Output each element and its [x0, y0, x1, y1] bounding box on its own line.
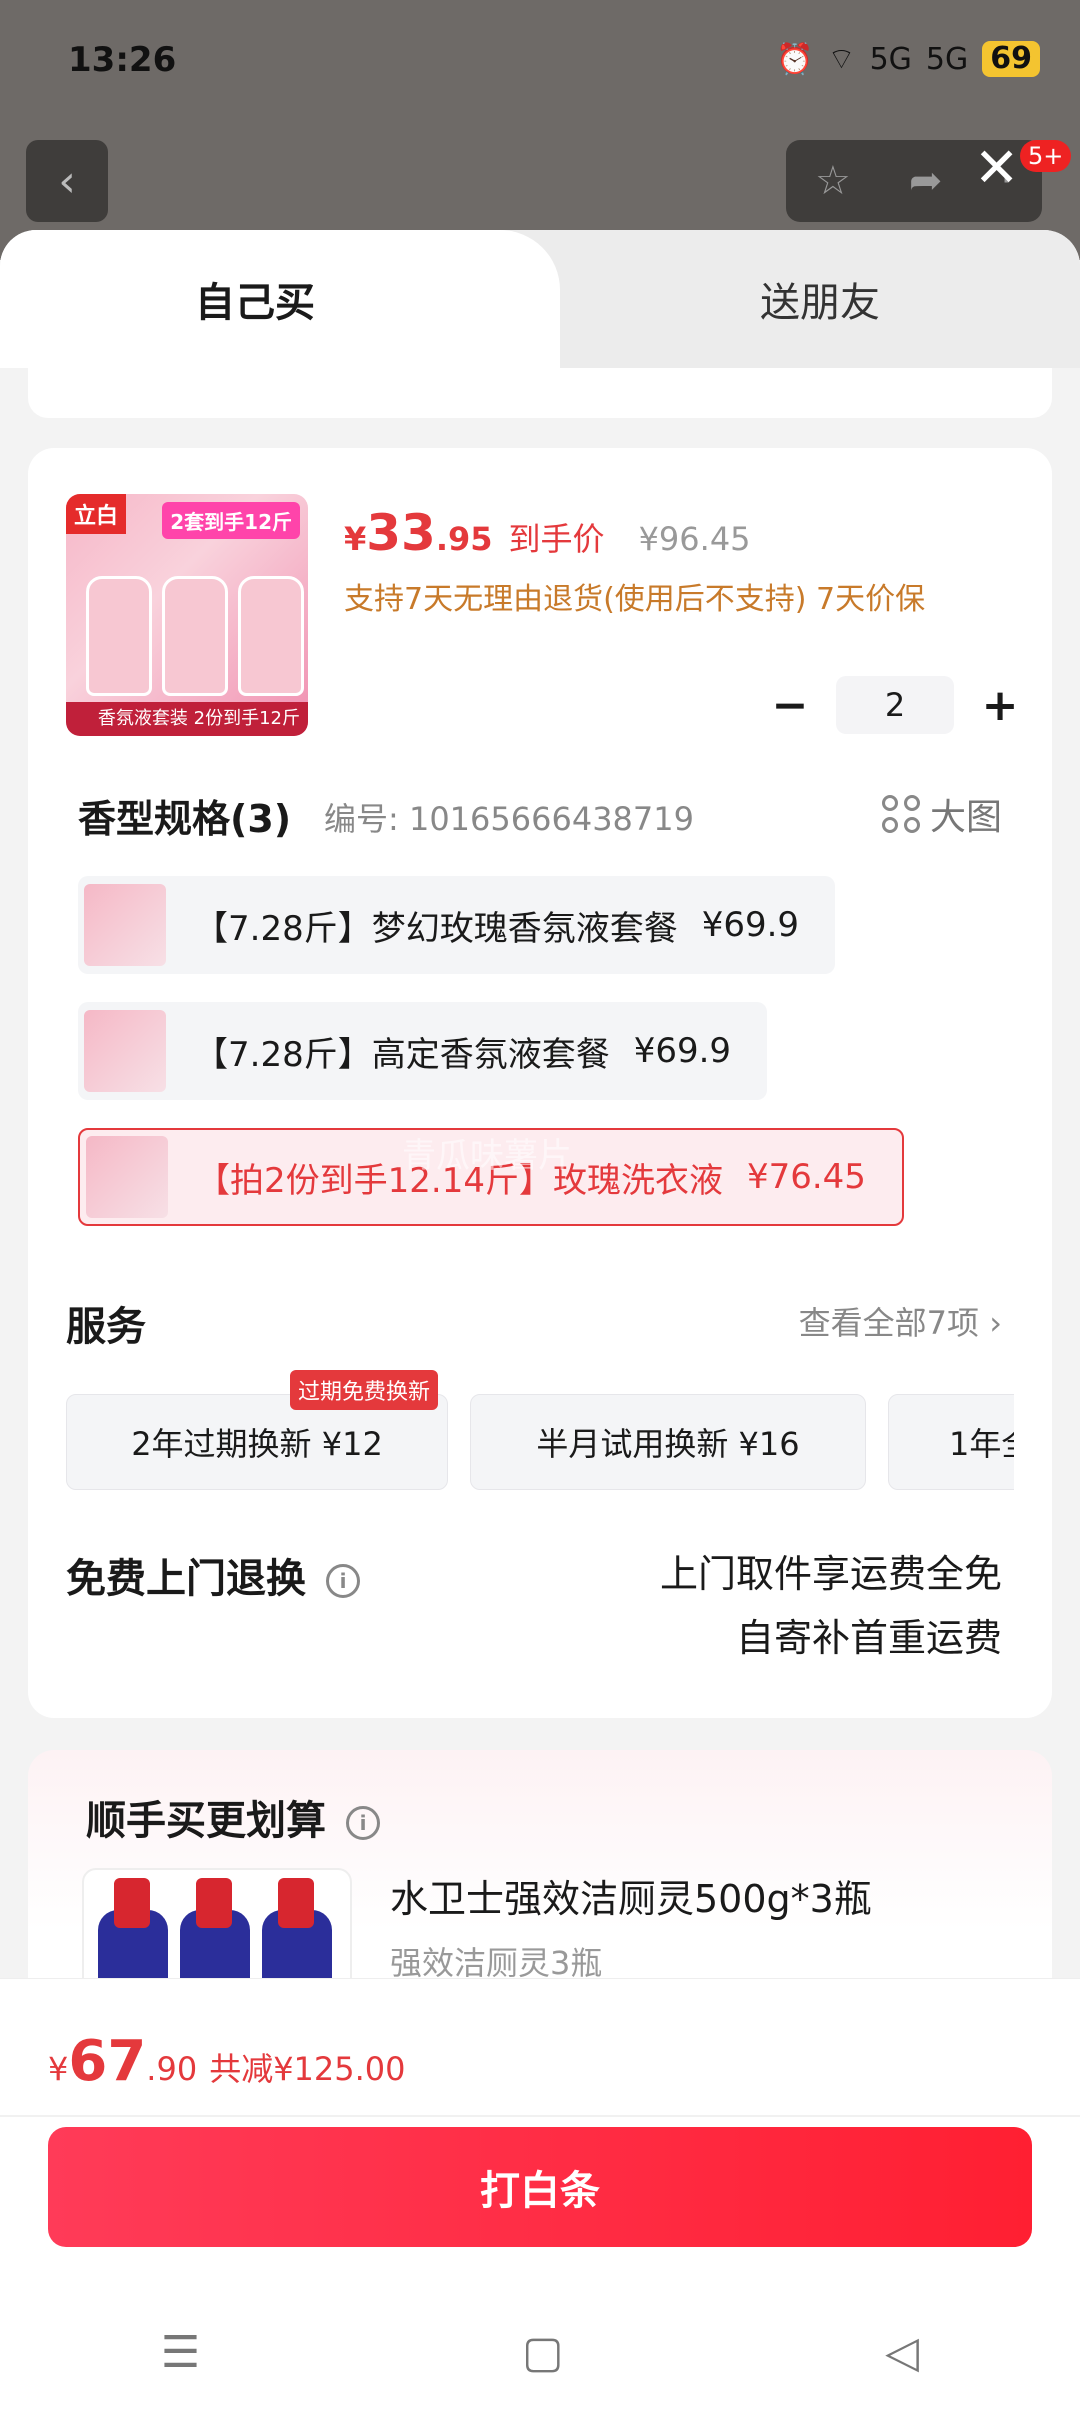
- promo-badge: 2套到手12斤: [162, 502, 300, 539]
- option-label: 【7.28斤】高定香氛液套餐: [194, 1034, 610, 1075]
- option-price: ¥69.9: [633, 1031, 732, 1071]
- notification-badge: 5+: [1020, 140, 1072, 172]
- pay-button[interactable]: 打白条: [48, 2127, 1032, 2247]
- decrease-button[interactable]: −: [768, 680, 812, 731]
- bottle-cap: [196, 1878, 232, 1928]
- info-icon[interactable]: i: [326, 1564, 360, 1598]
- spec-option-2[interactable]: 【7.28斤】高定香氛液套餐 ¥69.9: [78, 1002, 768, 1100]
- free-return-label: 免费上门退换: [66, 1556, 306, 1602]
- back-button[interactable]: ‹: [26, 140, 108, 222]
- services-title: 服务: [66, 1304, 146, 1350]
- option-price: ¥76.45: [746, 1157, 866, 1197]
- bottle-cap: [278, 1878, 314, 1928]
- product-card: 立白 2套到手12斤 香氛液套装 2份到手12斤 ¥33.95 到手价 ¥96.…: [28, 448, 1052, 1718]
- spec-title: 香型规格(3): [78, 797, 292, 841]
- tab-buy-self[interactable]: 自己买: [0, 230, 560, 368]
- total-currency: ¥: [48, 2050, 69, 2088]
- signal-5g-icon-2: 5G: [925, 41, 969, 77]
- addon-title-label: 顺手买更划算: [86, 1798, 326, 1844]
- bottle-image: [86, 576, 152, 696]
- service-item-2[interactable]: 半月试用换新 ¥16: [470, 1394, 866, 1490]
- free-return-title: 免费上门退换 i: [66, 1546, 360, 1604]
- total-amount: ¥67.90: [48, 2029, 197, 2094]
- tab-bar: 自己买 送朋友: [0, 230, 1080, 368]
- spec-option-1[interactable]: 【7.28斤】梦幻玫瑰香氛液套餐 ¥69.9: [78, 876, 836, 974]
- menu-icon[interactable]: ☰: [161, 2327, 200, 2378]
- quantity-value[interactable]: 2: [836, 676, 954, 734]
- services-row: 2年过期换新 ¥12 半月试用换新 ¥16 1年全: [66, 1394, 1014, 1494]
- option-thumbnail: [86, 1136, 168, 1218]
- wifi-icon: ⌔: [827, 42, 856, 77]
- price-original: ¥96.45: [638, 520, 751, 558]
- price-dec: .95: [435, 520, 493, 558]
- bottle-cap: [114, 1878, 150, 1928]
- free-return-line-2: 自寄补首重运费: [735, 1616, 1002, 1660]
- option-label: 【拍2份到手12.14斤】玫瑰洗衣液: [196, 1160, 723, 1201]
- bottle-image: [238, 576, 304, 696]
- option-price: ¥69.9: [701, 905, 800, 945]
- product-thumbnail[interactable]: 立白 2套到手12斤 香氛液套装 2份到手12斤: [66, 494, 308, 736]
- price-label: 到手价: [508, 520, 605, 558]
- status-icons: ⏰ ⌔ 5G 5G 69: [776, 40, 1040, 78]
- tab-strip: [28, 368, 1052, 418]
- alarm-icon: ⏰: [776, 41, 814, 77]
- total-price: ¥67.90 共减¥125.00: [48, 2029, 406, 2094]
- close-icon[interactable]: ✕: [974, 136, 1019, 199]
- option-label: 【7.28斤】梦幻玫瑰香氛液套餐: [194, 908, 678, 949]
- free-return-line-1: 上门取件享运费全免: [659, 1552, 1002, 1596]
- quantity-stepper: − 2 +: [768, 676, 1022, 734]
- services-view-all[interactable]: 查看全部7项 ›: [799, 1298, 1002, 1344]
- increase-button[interactable]: +: [978, 680, 1022, 731]
- system-nav-bar: ☰ ▢ ◁: [0, 2307, 1080, 2397]
- star-icon[interactable]: ☆: [815, 158, 851, 204]
- price-row: ¥33.95 到手价 ¥96.45: [344, 504, 751, 562]
- price-now: ¥33.95: [344, 504, 493, 562]
- option-thumbnail: [84, 884, 166, 966]
- status-bar: 13:26 ⏰ ⌔ 5G 5G 69: [68, 40, 1040, 90]
- bottom-bar: ¥67.90 共减¥125.00 打白条 ☰ ▢ ◁: [0, 1978, 1080, 2412]
- chevron-left-icon: ‹: [58, 155, 76, 207]
- price-int: 33: [366, 504, 436, 562]
- view-all-label: 查看全部7项: [798, 1304, 980, 1342]
- divider: [0, 2115, 1080, 2117]
- addon-title: 顺手买更划算 i: [86, 1788, 380, 1846]
- spec-option-3-selected[interactable]: 【拍2份到手12.14斤】玫瑰洗衣液 ¥76.45: [78, 1128, 904, 1226]
- chevron-right-icon: ›: [989, 1304, 1002, 1342]
- grid-icon: [881, 795, 920, 833]
- spec-code: 编号: 10165666438719: [324, 800, 694, 838]
- total-discount: 共减¥125.00: [209, 2050, 406, 2088]
- return-policy: 支持7天无理由退货(使用后不支持) 7天价保: [344, 582, 926, 617]
- service-item-3[interactable]: 1年全: [888, 1394, 1014, 1490]
- addon-item-title[interactable]: 水卫士强效洁厕灵500g*3瓶: [390, 1868, 872, 1923]
- brand-tag: 立白: [66, 494, 127, 534]
- total-int: 67: [68, 2029, 147, 2094]
- big-view-button[interactable]: 大图: [881, 788, 1002, 840]
- big-view-label: 大图: [929, 797, 1002, 838]
- battery-icon: 69: [982, 41, 1040, 77]
- home-icon[interactable]: ▢: [522, 2327, 564, 2378]
- price-currency: ¥: [344, 520, 367, 558]
- bottle-image: [162, 576, 228, 696]
- free-return-details: 上门取件享运费全免 自寄补首重运费: [660, 1542, 1002, 1670]
- service-tag: 过期免费换新: [290, 1370, 439, 1410]
- thumb-caption: 香氛液套装 2份到手12斤: [66, 702, 308, 736]
- share-icon[interactable]: ➦: [909, 158, 943, 204]
- signal-5g-icon: 5G: [869, 41, 912, 77]
- tab-gift-friend[interactable]: 送朋友: [560, 230, 1080, 368]
- option-thumbnail: [84, 1010, 166, 1092]
- info-icon[interactable]: i: [346, 1806, 380, 1840]
- status-time: 13:26: [68, 40, 177, 80]
- total-dec: .90: [146, 2050, 198, 2088]
- back-nav-icon[interactable]: ◁: [885, 2327, 919, 2378]
